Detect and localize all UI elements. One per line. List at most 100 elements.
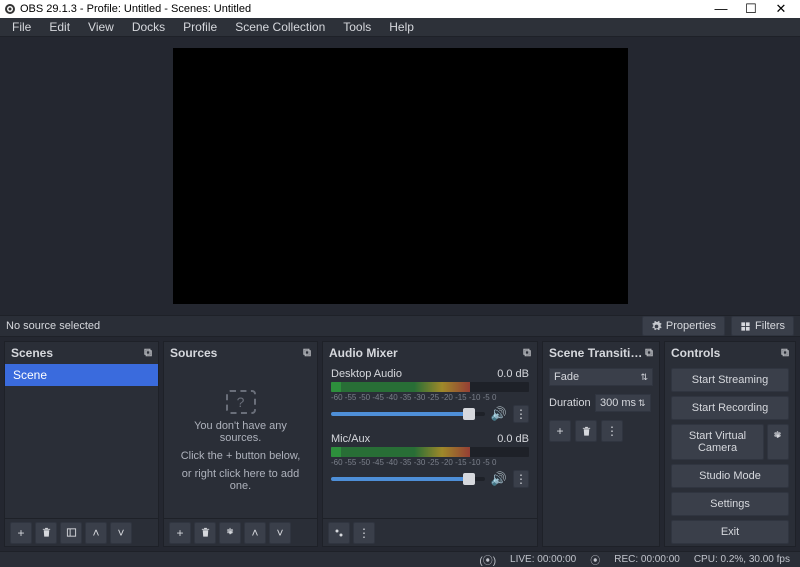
status-bar: (⦿) LIVE: 00:00:00 ⦿ REC: 00:00:00 CPU: … — [0, 551, 800, 567]
properties-button[interactable]: Properties — [642, 316, 725, 336]
transitions-popout-icon[interactable]: ⧉ — [645, 347, 653, 360]
close-button[interactable]: ✕ — [766, 0, 796, 18]
volume-slider[interactable] — [331, 412, 485, 416]
start-recording-button[interactable]: Start Recording — [671, 396, 789, 420]
mixer-popout-icon[interactable]: ⧉ — [523, 347, 531, 360]
transition-select[interactable]: Fade⇅ — [549, 368, 653, 386]
volume-slider[interactable] — [331, 477, 485, 481]
transitions-title: Scene Transiti… — [549, 346, 642, 360]
menu-view[interactable]: View — [80, 18, 122, 36]
status-rec: REC: 00:00:00 — [614, 554, 680, 565]
sources-dock: Sources ⧉ ? You don't have any sources. C… — [163, 341, 318, 547]
docks-row: Scenes ⧉ Scene + ˄ ˅ Sources ⧉ ? You don't… — [0, 337, 800, 551]
transition-menu-button[interactable]: ⋮ — [601, 420, 623, 442]
menubar: File Edit View Docks Profile Scene Colle… — [0, 18, 800, 37]
scene-filter-button[interactable] — [60, 522, 82, 544]
virtual-camera-settings-button[interactable] — [767, 424, 789, 460]
source-add-button[interactable]: + — [169, 522, 191, 544]
mixer-channel-mic: Mic/Aux 0.0 dB -60 -55 -50 -45 -40 -35 -3… — [323, 429, 537, 494]
controls-popout-icon[interactable]: ⧉ — [781, 347, 789, 360]
filters-icon — [740, 321, 751, 332]
source-toolbar: No source selected Properties Filters — [0, 315, 800, 337]
audio-mixer-dock: Audio Mixer ⧉ Desktop Audio 0.0 dB -60 -55… — [322, 341, 538, 547]
duration-label: Duration — [549, 397, 591, 409]
preview-canvas[interactable] — [173, 48, 628, 304]
trash-icon — [581, 426, 592, 437]
speaker-icon[interactable]: 🔊 — [491, 471, 507, 487]
scenes-popout-icon[interactable]: ⧉ — [144, 347, 152, 360]
vu-meter — [331, 382, 529, 392]
panel-icon — [66, 527, 77, 538]
source-down-button[interactable]: ˅ — [269, 522, 291, 544]
trash-icon — [41, 527, 52, 538]
maximize-button[interactable]: ☐ — [736, 0, 766, 18]
start-virtual-camera-button[interactable]: Start Virtual Camera — [671, 424, 764, 460]
scene-up-button[interactable]: ˄ — [85, 522, 107, 544]
broadcast-icon: (⦿) — [479, 552, 496, 567]
filters-button[interactable]: Filters — [731, 316, 794, 336]
duration-input[interactable]: 300 ms⇅ — [595, 394, 651, 412]
sources-empty-line2: Click the + button below, — [181, 450, 301, 462]
scenes-dock: Scenes ⧉ Scene + ˄ ˅ — [4, 341, 159, 547]
controls-dock: Controls ⧉ Start Streaming Start Recordin… — [664, 341, 796, 547]
gear-icon — [772, 430, 784, 442]
meter-ticks: -60 -55 -50 -45 -40 -35 -30 -25 -20 -15 … — [331, 393, 529, 402]
sources-empty-state[interactable]: ? You don't have any sources. Click the … — [164, 364, 317, 518]
menu-scene-collection[interactable]: Scene Collection — [227, 18, 333, 36]
studio-mode-button[interactable]: Studio Mode — [671, 464, 789, 488]
channel-name: Mic/Aux — [331, 433, 370, 445]
gear-icon — [225, 527, 236, 538]
controls-title: Controls — [671, 346, 720, 360]
trash-icon — [200, 527, 211, 538]
scene-down-button[interactable]: ˅ — [110, 522, 132, 544]
menu-tools[interactable]: Tools — [335, 18, 379, 36]
speaker-icon[interactable]: 🔊 — [491, 406, 507, 422]
transitions-dock: Scene Transiti…⧉ Fade⇅ Duration 300 ms⇅ … — [542, 341, 660, 547]
mixer-menu-button[interactable]: ⋮ — [353, 522, 375, 544]
menu-file[interactable]: File — [4, 18, 39, 36]
source-properties-button[interactable] — [219, 522, 241, 544]
channel-name: Desktop Audio — [331, 368, 402, 380]
menu-help[interactable]: Help — [381, 18, 422, 36]
source-remove-button[interactable] — [194, 522, 216, 544]
exit-button[interactable]: Exit — [671, 520, 789, 544]
channel-menu-button[interactable]: ⋮ — [513, 405, 529, 423]
sources-empty-line1: You don't have any sources. — [174, 420, 307, 444]
gear-icon — [333, 527, 345, 539]
scene-add-button[interactable]: + — [10, 522, 32, 544]
sources-popout-icon[interactable]: ⧉ — [303, 347, 311, 360]
sources-title: Sources — [170, 346, 217, 360]
status-live: LIVE: 00:00:00 — [510, 554, 576, 565]
gear-icon — [651, 321, 662, 332]
scenes-title: Scenes — [11, 346, 53, 360]
updown-icon: ⇅ — [638, 398, 646, 409]
meter-ticks: -60 -55 -50 -45 -40 -35 -30 -25 -20 -15 … — [331, 458, 529, 467]
vu-meter — [331, 447, 529, 457]
status-cpu: CPU: 0.2%, 30.00 fps — [694, 554, 790, 565]
mixer-channel-desktop: Desktop Audio 0.0 dB -60 -55 -50 -45 -40 … — [323, 364, 537, 429]
channel-db: 0.0 dB — [497, 368, 529, 380]
question-icon: ? — [226, 390, 256, 414]
menu-edit[interactable]: Edit — [41, 18, 78, 36]
transition-add-button[interactable]: + — [549, 420, 571, 442]
menu-docks[interactable]: Docks — [124, 18, 173, 36]
settings-button[interactable]: Settings — [671, 492, 789, 516]
app-icon — [4, 3, 16, 15]
record-icon: ⦿ — [590, 552, 600, 567]
mixer-title: Audio Mixer — [329, 346, 398, 360]
channel-menu-button[interactable]: ⋮ — [513, 470, 529, 488]
no-source-label: No source selected — [6, 320, 100, 332]
start-streaming-button[interactable]: Start Streaming — [671, 368, 789, 392]
channel-db: 0.0 dB — [497, 433, 529, 445]
source-up-button[interactable]: ˄ — [244, 522, 266, 544]
window-title: OBS 29.1.3 - Profile: Untitled - Scenes:… — [20, 3, 251, 15]
scene-list-item[interactable]: Scene — [5, 364, 158, 386]
minimize-button[interactable]: — — [706, 0, 736, 18]
scene-remove-button[interactable] — [35, 522, 57, 544]
updown-icon: ⇅ — [640, 372, 648, 383]
sources-empty-line3: or right click here to add one. — [174, 468, 307, 492]
transition-remove-button[interactable] — [575, 420, 597, 442]
window-titlebar: OBS 29.1.3 - Profile: Untitled - Scenes:… — [0, 0, 800, 18]
menu-profile[interactable]: Profile — [175, 18, 225, 36]
mixer-advanced-button[interactable] — [328, 522, 350, 544]
